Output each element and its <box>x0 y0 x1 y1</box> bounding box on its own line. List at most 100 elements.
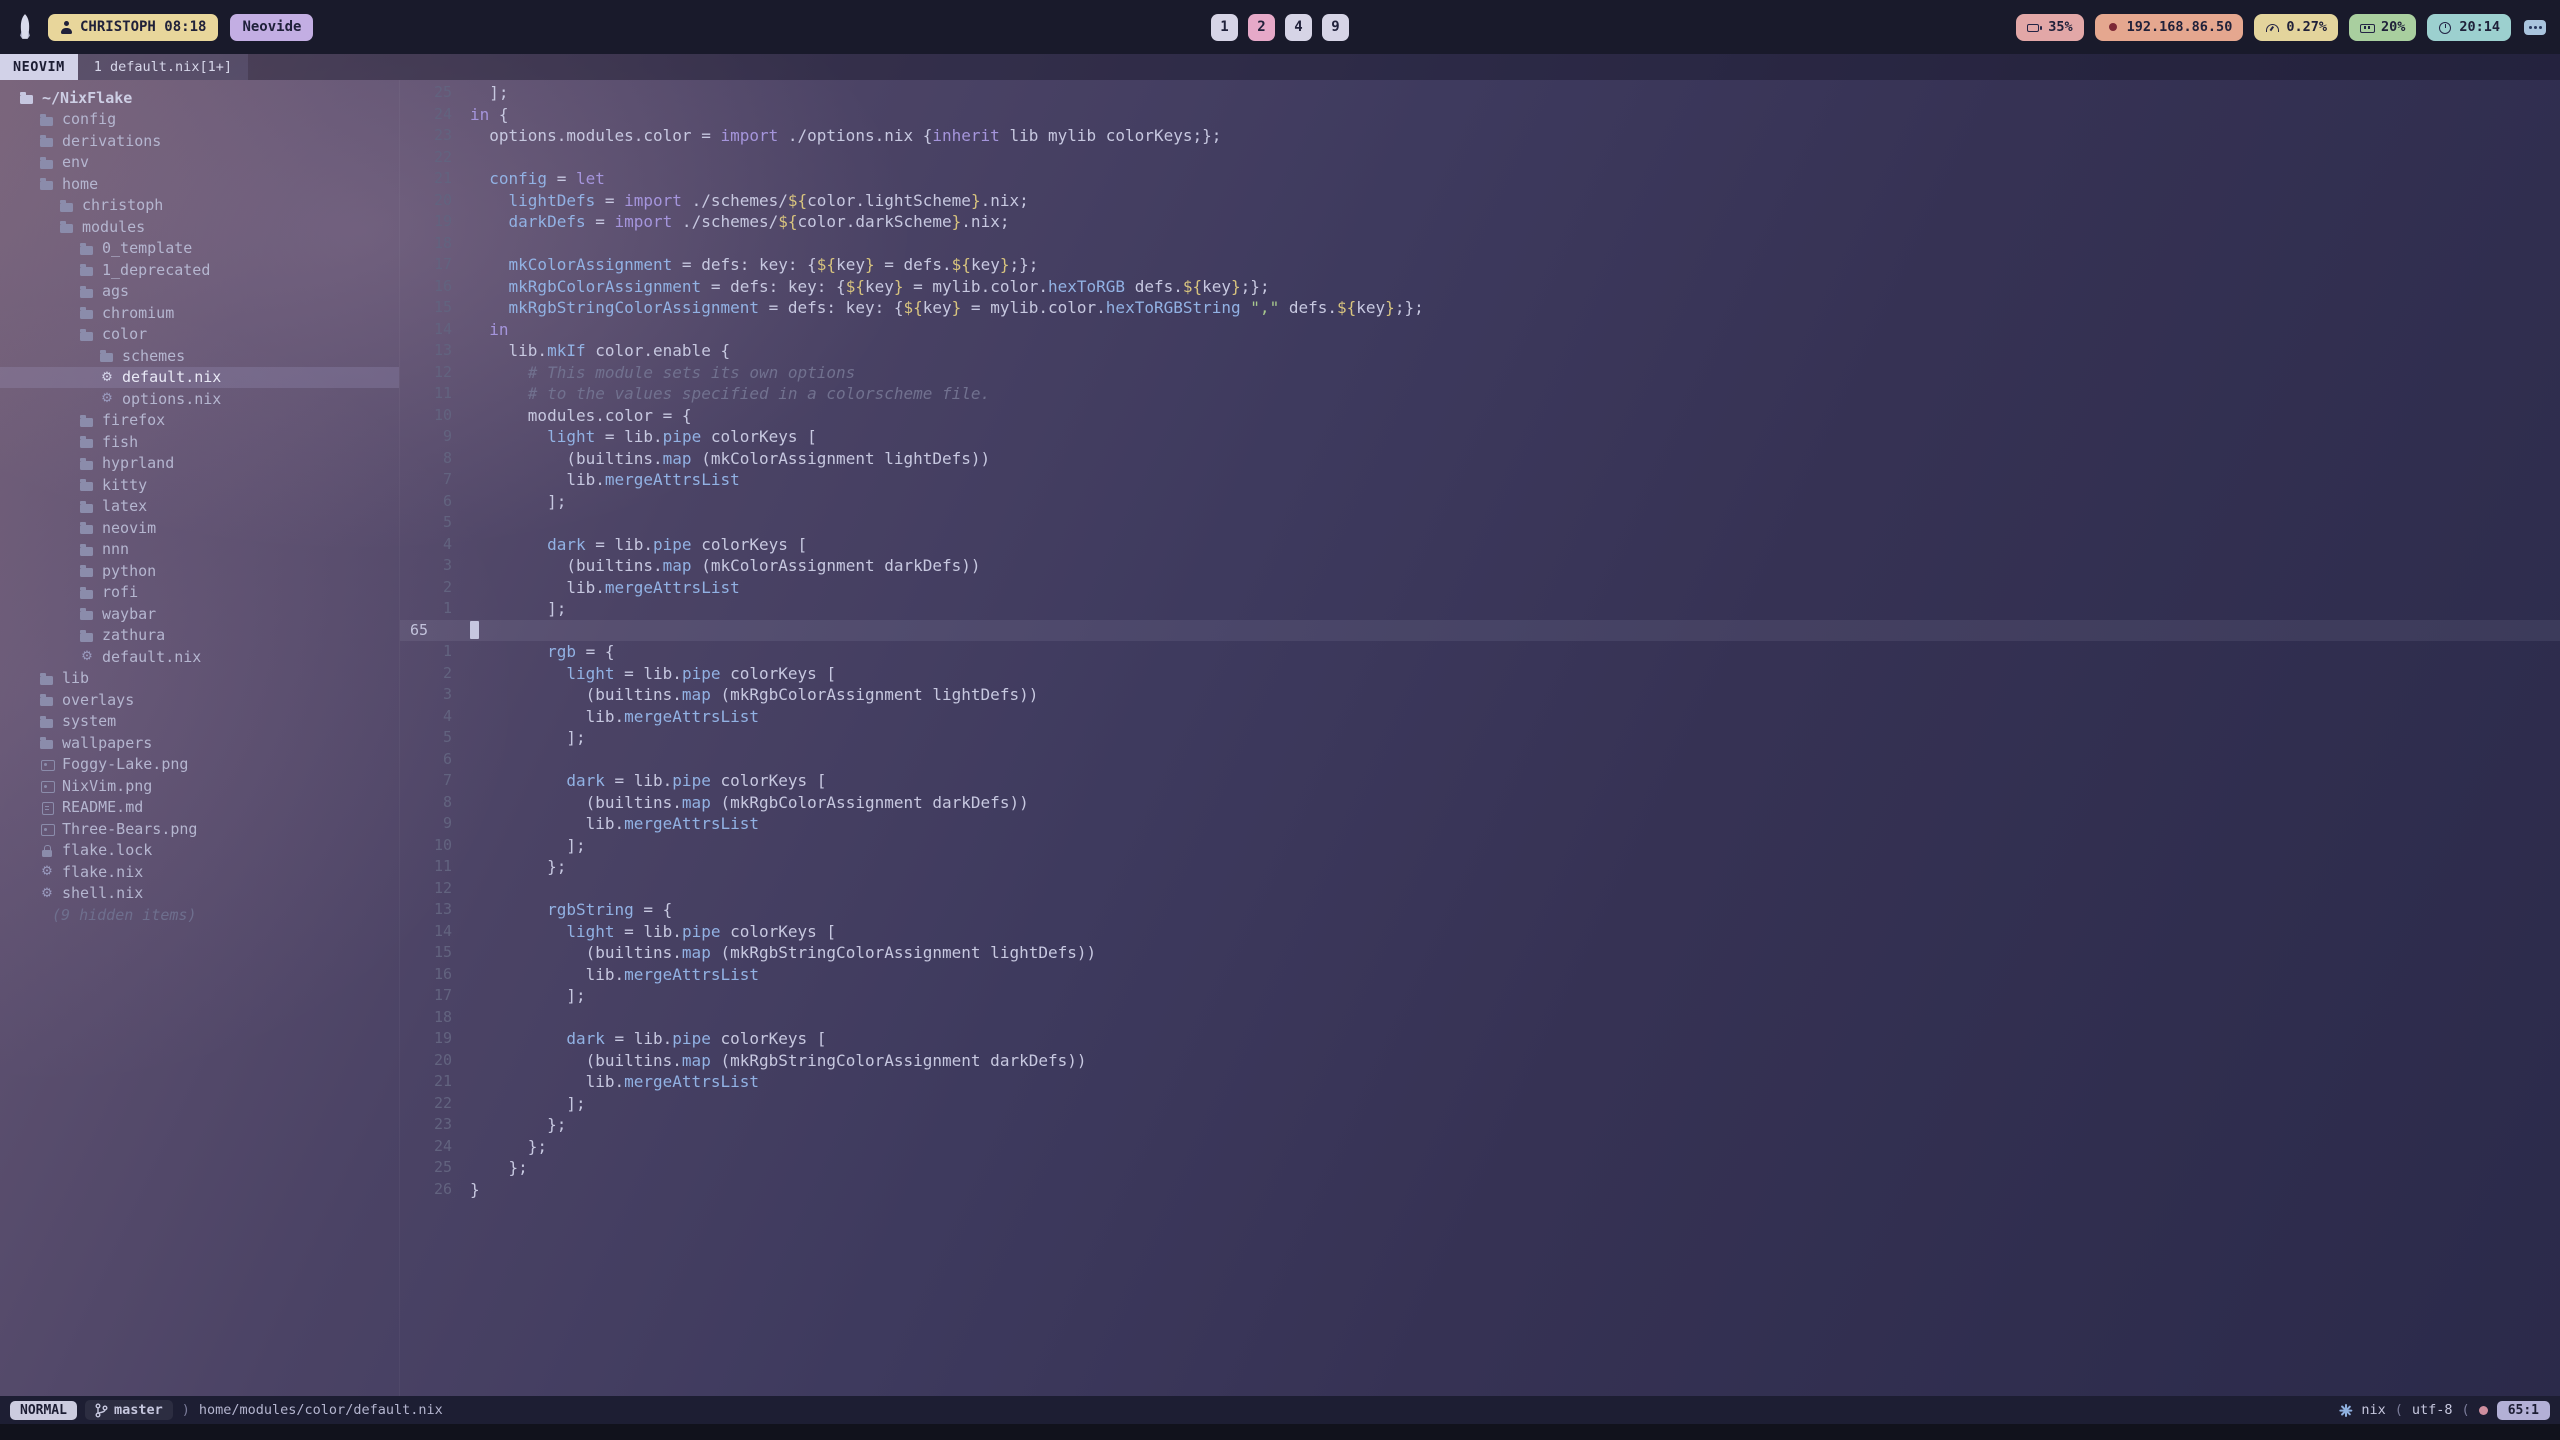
tree-item-readme-md[interactable]: README.md <box>0 797 399 819</box>
code-line[interactable]: 13 lib.mkIf color.enable { <box>400 340 2560 362</box>
code-line[interactable]: 1 rgb = { <box>400 641 2560 663</box>
status-battery[interactable]: 35% <box>2016 14 2083 41</box>
tree-item-config[interactable]: config <box>0 109 399 131</box>
tree-item-chromium[interactable]: chromium <box>0 302 399 324</box>
code-line[interactable]: 12 # This module sets its own options <box>400 362 2560 384</box>
code-line[interactable]: 10 ]; <box>400 835 2560 857</box>
tree-item-default-nix[interactable]: default.nix <box>0 367 399 389</box>
tree-item-three-bears-png[interactable]: Three-Bears.png <box>0 818 399 840</box>
code-line[interactable]: 1 ]; <box>400 598 2560 620</box>
code-line[interactable]: 11 # to the values specified in a colors… <box>400 383 2560 405</box>
code-line[interactable]: 23 }; <box>400 1114 2560 1136</box>
status-clock[interactable]: 20:14 <box>2427 14 2511 41</box>
code-line[interactable]: 14 in <box>400 319 2560 341</box>
code-line[interactable]: 20 (builtins.map (mkRgbStringColorAssign… <box>400 1050 2560 1072</box>
code-line[interactable]: 21 config = let <box>400 168 2560 190</box>
workspace-4[interactable]: 4 <box>1285 14 1312 41</box>
code-line[interactable]: 18 <box>400 233 2560 255</box>
tree-item-9-hidden-items[interactable]: (9 hidden items) <box>0 904 399 926</box>
code-line[interactable]: 3 (builtins.map (mkColorAssignment darkD… <box>400 555 2560 577</box>
code-line[interactable]: 25 }; <box>400 1157 2560 1179</box>
code-line[interactable]: 24 }; <box>400 1136 2560 1158</box>
workspace-2[interactable]: 2 <box>1248 14 1275 41</box>
editor[interactable]: 25 ];24in {23 options.modules.color = im… <box>400 80 2560 1396</box>
code-line[interactable]: 16 mkRgbColorAssignment = defs: key: {${… <box>400 276 2560 298</box>
tree-item-kitty[interactable]: kitty <box>0 474 399 496</box>
tree-item-schemes[interactable]: schemes <box>0 345 399 367</box>
tree-item-default-nix[interactable]: default.nix <box>0 646 399 668</box>
code-line[interactable]: 2 lib.mergeAttrsList <box>400 577 2560 599</box>
tree-item-system[interactable]: system <box>0 711 399 733</box>
code-line[interactable]: 22 ]; <box>400 1093 2560 1115</box>
code-line[interactable]: 4 lib.mergeAttrsList <box>400 706 2560 728</box>
code-line[interactable]: 10 modules.color = { <box>400 405 2560 427</box>
tree-item-ags[interactable]: ags <box>0 281 399 303</box>
tree-item-rofi[interactable]: rofi <box>0 582 399 604</box>
code-line[interactable]: 15 (builtins.map (mkRgbStringColorAssign… <box>400 942 2560 964</box>
code-line[interactable]: 7 lib.mergeAttrsList <box>400 469 2560 491</box>
buffer-tab[interactable]: 1 default.nix[1+] <box>78 54 248 80</box>
tree-item-wallpapers[interactable]: wallpapers <box>0 732 399 754</box>
code-line[interactable]: 20 lightDefs = import ./schemes/${color.… <box>400 190 2560 212</box>
git-branch[interactable]: master <box>85 1400 173 1420</box>
code-line[interactable]: 17 ]; <box>400 985 2560 1007</box>
status-cpu[interactable]: 0.27% <box>2254 14 2338 41</box>
workspace-9[interactable]: 9 <box>1322 14 1349 41</box>
workspace-1[interactable]: 1 <box>1211 14 1238 41</box>
tree-item-python[interactable]: python <box>0 560 399 582</box>
tree-item-home[interactable]: home <box>0 173 399 195</box>
tree-item-nnn[interactable]: nnn <box>0 539 399 561</box>
tree-item-hyprland[interactable]: hyprland <box>0 453 399 475</box>
code-line[interactable]: 14 light = lib.pipe colorKeys [ <box>400 921 2560 943</box>
tree-item-flake-lock[interactable]: flake.lock <box>0 840 399 862</box>
tree-item-env[interactable]: env <box>0 152 399 174</box>
code-line[interactable]: 17 mkColorAssignment = defs: key: {${key… <box>400 254 2560 276</box>
code-line[interactable]: 21 lib.mergeAttrsList <box>400 1071 2560 1093</box>
tree-item-shell-nix[interactable]: shell.nix <box>0 883 399 905</box>
tree-item-lib[interactable]: lib <box>0 668 399 690</box>
tree-item-foggy-lake-png[interactable]: Foggy-Lake.png <box>0 754 399 776</box>
tree-item-fish[interactable]: fish <box>0 431 399 453</box>
code-line[interactable]: 16 lib.mergeAttrsList <box>400 964 2560 986</box>
tree-item-firefox[interactable]: firefox <box>0 410 399 432</box>
code-line[interactable]: 6 <box>400 749 2560 771</box>
tree-item-waybar[interactable]: waybar <box>0 603 399 625</box>
tree-item-0-template[interactable]: 0_template <box>0 238 399 260</box>
code-line[interactable]: 9 light = lib.pipe colorKeys [ <box>400 426 2560 448</box>
code-line[interactable]: 15 mkRgbStringColorAssignment = defs: ke… <box>400 297 2560 319</box>
code-line[interactable]: 23 options.modules.color = import ./opti… <box>400 125 2560 147</box>
code-line[interactable]: 18 <box>400 1007 2560 1029</box>
tray-icon[interactable] <box>2524 20 2546 35</box>
code-line[interactable]: 5 <box>400 512 2560 534</box>
status-memory[interactable]: 20% <box>2349 14 2416 41</box>
code-line[interactable]: 22 <box>400 147 2560 169</box>
app-badge[interactable]: Neovide <box>230 14 313 41</box>
code-line[interactable]: 19 darkDefs = import ./schemes/${color.d… <box>400 211 2560 233</box>
code-line[interactable]: 5 ]; <box>400 727 2560 749</box>
code-line[interactable]: 8 (builtins.map (mkColorAssignment light… <box>400 448 2560 470</box>
tree-item-christoph[interactable]: christoph <box>0 195 399 217</box>
tree-item-options-nix[interactable]: options.nix <box>0 388 399 410</box>
code-line[interactable]: 19 dark = lib.pipe colorKeys [ <box>400 1028 2560 1050</box>
code-line[interactable]: 3 (builtins.map (mkRgbColorAssignment li… <box>400 684 2560 706</box>
code-line[interactable]: 2 light = lib.pipe colorKeys [ <box>400 663 2560 685</box>
code-line[interactable]: 26} <box>400 1179 2560 1201</box>
code-line[interactable]: 25 ]; <box>400 82 2560 104</box>
tree-item-derivations[interactable]: derivations <box>0 130 399 152</box>
tree-item-nixvim-png[interactable]: NixVim.png <box>0 775 399 797</box>
tree-item-flake-nix[interactable]: flake.nix <box>0 861 399 883</box>
tree-item-modules[interactable]: modules <box>0 216 399 238</box>
tree-item-latex[interactable]: latex <box>0 496 399 518</box>
tree-item-overlays[interactable]: overlays <box>0 689 399 711</box>
code-line[interactable]: 9 lib.mergeAttrsList <box>400 813 2560 835</box>
user-badge[interactable]: CHRISTOPH 08:18 <box>48 14 218 41</box>
code-line[interactable]: 7 dark = lib.pipe colorKeys [ <box>400 770 2560 792</box>
status-network[interactable]: 192.168.86.50 <box>2095 14 2244 41</box>
code-line[interactable]: 11 }; <box>400 856 2560 878</box>
cursor-line[interactable]: 65 <box>400 620 2560 642</box>
code-line[interactable]: 8 (builtins.map (mkRgbColorAssignment da… <box>400 792 2560 814</box>
tree-item-color[interactable]: color <box>0 324 399 346</box>
code-line[interactable]: 4 dark = lib.pipe colorKeys [ <box>400 534 2560 556</box>
tree-item-1-deprecated[interactable]: 1_deprecated <box>0 259 399 281</box>
tree-item-neovim[interactable]: neovim <box>0 517 399 539</box>
